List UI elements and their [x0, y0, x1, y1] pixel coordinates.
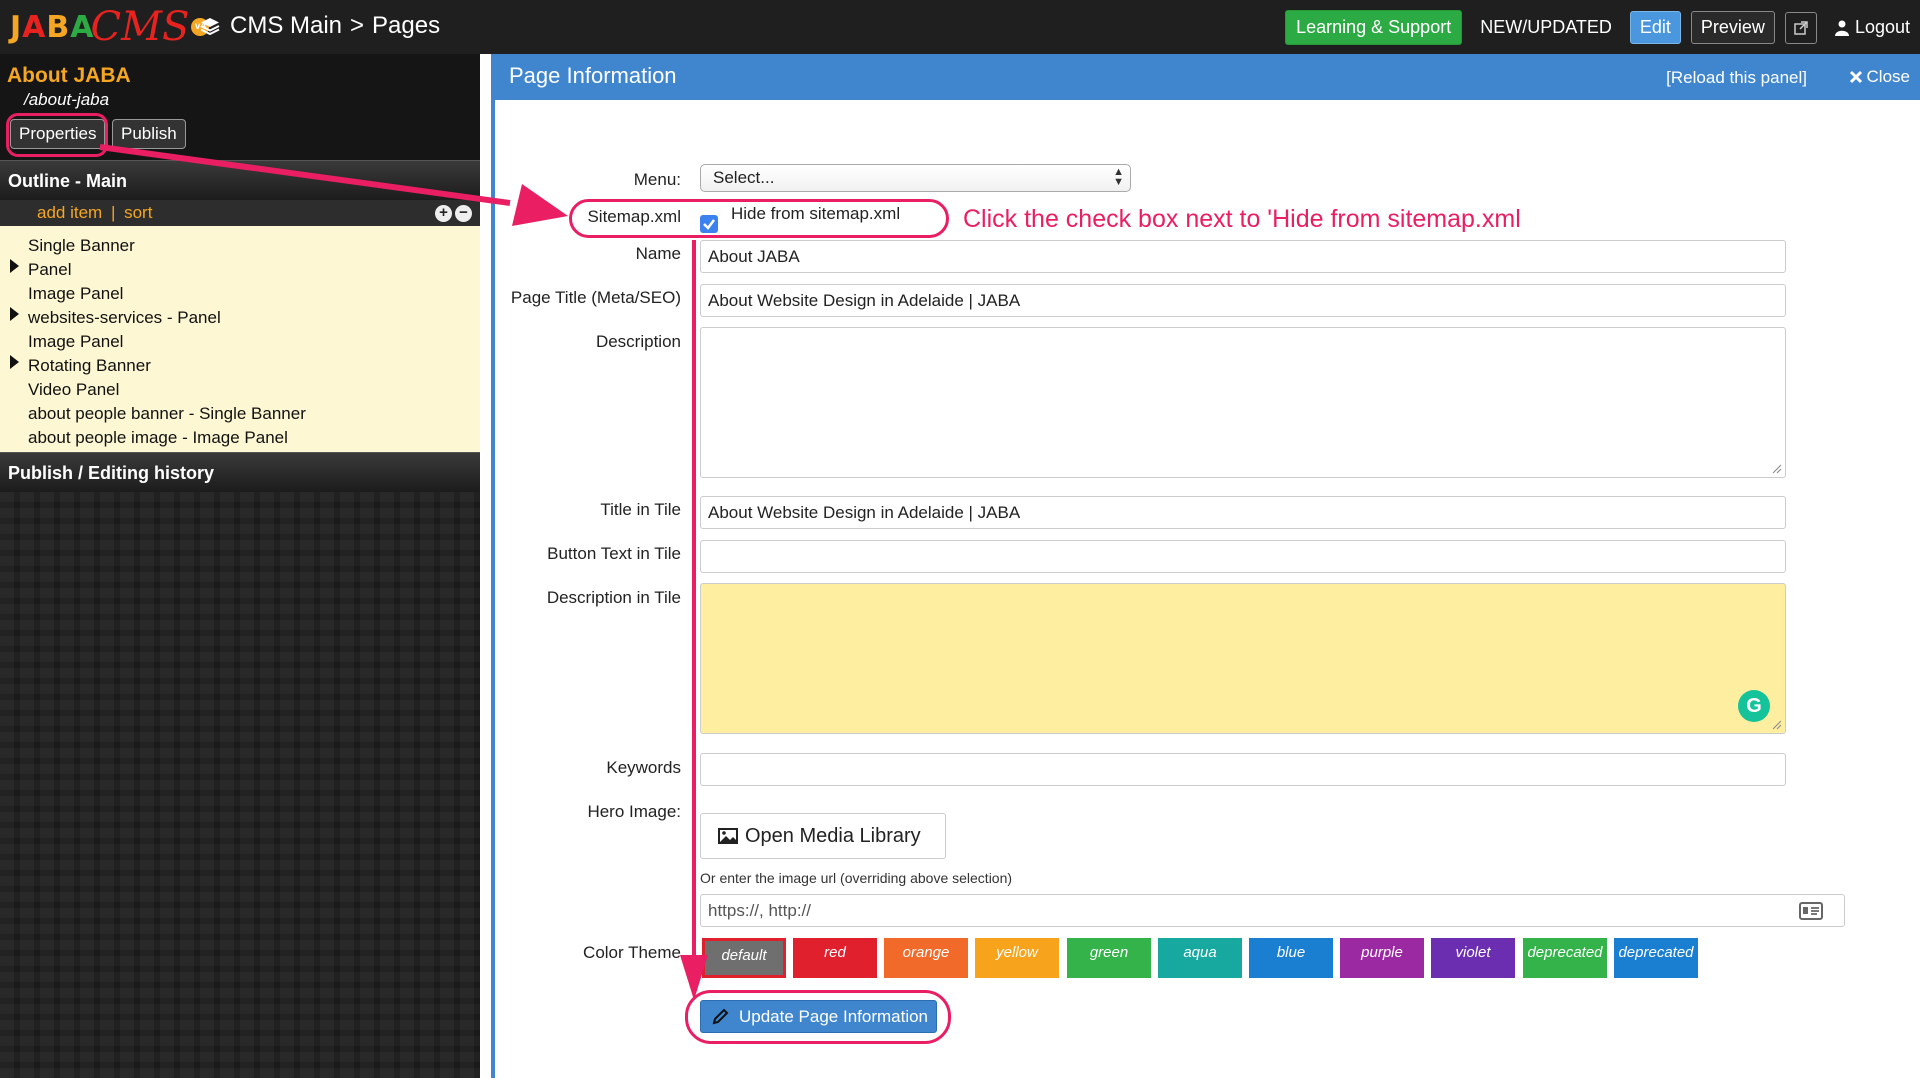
outline-item[interactable]: Single Banner: [28, 236, 135, 256]
logout-label: Logout: [1854, 17, 1910, 37]
image-url-field[interactable]: https://, http://: [700, 894, 1845, 927]
external-link-button[interactable]: [1784, 11, 1817, 44]
outline-item[interactable]: websites-services - Panel: [28, 308, 221, 328]
sitemap-highlight: [569, 199, 949, 238]
outline-toolbar: add item | sort + −: [0, 200, 480, 226]
instruction-annotation: Click the check box next to 'Hide from s…: [963, 205, 1521, 233]
button-text-field[interactable]: [700, 540, 1786, 573]
color-theme-label: Color Theme: [583, 943, 681, 962]
outline-list: Single Banner Panel Image Panel websites…: [0, 226, 480, 452]
preview-button[interactable]: Preview: [1690, 11, 1775, 44]
outline-heading[interactable]: Outline - Main: [0, 160, 480, 200]
close-label: Close: [1866, 67, 1910, 86]
outline-links: add item | sort: [37, 203, 152, 223]
outline-item[interactable]: about people image - Image Panel: [28, 428, 288, 448]
properties-highlight: [6, 113, 108, 157]
sort-link[interactable]: sort: [124, 203, 152, 222]
menu-label: Menu:: [633, 170, 681, 189]
theme-default-swatch[interactable]: default: [702, 938, 786, 978]
theme-yellow-swatch[interactable]: yellow: [975, 938, 1059, 978]
theme-violet-swatch[interactable]: violet: [1431, 938, 1515, 978]
theme-aqua-swatch[interactable]: aqua: [1158, 938, 1242, 978]
theme-red-swatch[interactable]: red: [793, 938, 877, 978]
breadcrumb: CMS Main > Pages: [200, 12, 440, 40]
sidebar: About JABA /about-jaba Properties Publis…: [0, 54, 480, 1078]
select-arrows-icon: ▲ ▼: [1113, 166, 1124, 188]
desc-tile-label: Description in Tile: [546, 588, 681, 607]
theme-orange-swatch[interactable]: orange: [884, 938, 968, 978]
sidebar-page-title: About JABA: [7, 64, 131, 87]
add-item-link[interactable]: add item: [37, 203, 102, 222]
user-icon: [1834, 20, 1849, 36]
layers-icon: [200, 18, 220, 36]
description-label: Description: [595, 332, 681, 351]
outline-item[interactable]: Panel: [28, 260, 71, 280]
name-field[interactable]: About JABA: [700, 240, 1786, 273]
logout-link[interactable]: Logout: [1834, 17, 1910, 38]
expand-triangle-icon[interactable]: [10, 355, 19, 369]
keywords-field[interactable]: [700, 753, 1786, 786]
jaba-cms-logo[interactable]: JABA CMS v4: [10, 4, 210, 50]
address-card-icon[interactable]: [1799, 902, 1823, 920]
theme-deprecated-green-swatch[interactable]: deprecated: [1523, 938, 1607, 978]
image-url-hint: Or enter the image url (overriding above…: [700, 870, 1013, 886]
publish-button[interactable]: Publish: [112, 119, 186, 149]
expand-all-icon[interactable]: +: [435, 205, 452, 222]
panel-title: Page Information: [509, 63, 677, 88]
outline-toggle-icons: + −: [435, 205, 472, 222]
theme-purple-swatch[interactable]: purple: [1340, 938, 1424, 978]
new-updated-link[interactable]: NEW/UPDATED: [1480, 17, 1612, 38]
image-icon: [718, 828, 738, 844]
theme-deprecated-blue-swatch[interactable]: deprecated: [1614, 938, 1698, 978]
collapse-all-icon[interactable]: −: [455, 205, 472, 222]
theme-blue-swatch[interactable]: blue: [1249, 938, 1333, 978]
resize-handle-icon[interactable]: [1772, 720, 1782, 730]
desc-tile-textarea[interactable]: [700, 583, 1786, 734]
close-panel-button[interactable]: Close: [1849, 67, 1910, 87]
history-heading[interactable]: Publish / Editing history: [0, 452, 480, 492]
menu-select-value: Select...: [713, 168, 775, 187]
outline-item[interactable]: Image Panel: [28, 332, 123, 352]
close-icon: [1849, 70, 1862, 84]
keywords-label: Keywords: [606, 758, 681, 777]
title-in-tile-label: Title in Tile: [600, 500, 681, 519]
logo-text: JABA: [10, 9, 95, 45]
learning-support-button[interactable]: Learning & Support: [1285, 10, 1463, 45]
media-button-label: Open Media Library: [745, 825, 921, 847]
top-actions: Learning & Support NEW/UPDATED Edit Prev…: [1285, 10, 1910, 45]
name-label: Name: [635, 244, 681, 263]
button-text-label: Button Text in Tile: [547, 544, 681, 563]
top-bar: JABA CMS v4 CMS Main > Pages Learning & …: [0, 0, 1920, 54]
breadcrumb-pages[interactable]: Pages: [372, 12, 440, 40]
sidebar-page-path: /about-jaba: [24, 90, 110, 109]
update-highlight: [685, 990, 951, 1044]
hero-image-label: Hero Image:: [587, 802, 681, 821]
outline-item[interactable]: Video Panel: [28, 380, 119, 400]
breadcrumb-separator: >: [350, 12, 365, 39]
outline-item[interactable]: Rotating Banner: [28, 356, 151, 376]
open-media-library-button[interactable]: Open Media Library: [700, 813, 946, 859]
description-textarea[interactable]: [700, 327, 1786, 478]
page-title-field[interactable]: About Website Design in Adelaide | JABA: [700, 284, 1786, 317]
theme-green-swatch[interactable]: green: [1067, 938, 1151, 978]
external-link-icon: [1794, 20, 1808, 35]
outline-item[interactable]: Image Panel: [28, 284, 123, 304]
grammarly-icon[interactable]: G: [1738, 690, 1770, 722]
title-in-tile-field[interactable]: About Website Design in Adelaide | JABA: [700, 496, 1786, 529]
expand-triangle-icon[interactable]: [10, 259, 19, 273]
outline-item[interactable]: about people banner - Single Banner: [28, 404, 306, 424]
resize-handle-icon[interactable]: [1772, 464, 1782, 474]
expand-triangle-icon[interactable]: [10, 307, 19, 321]
logo-script: CMS: [90, 4, 190, 50]
page-title-label: Page Title (Meta/SEO): [510, 288, 681, 307]
breadcrumb-cms-main[interactable]: CMS Main: [230, 12, 342, 40]
links-separator: |: [110, 203, 116, 222]
edit-button[interactable]: Edit: [1629, 11, 1681, 44]
reload-panel-link[interactable]: [Reload this panel]: [1666, 68, 1807, 88]
menu-select[interactable]: Select... ▲ ▼: [700, 164, 1131, 192]
panel-header: Page Information [Reload this panel] Clo…: [495, 54, 1920, 100]
